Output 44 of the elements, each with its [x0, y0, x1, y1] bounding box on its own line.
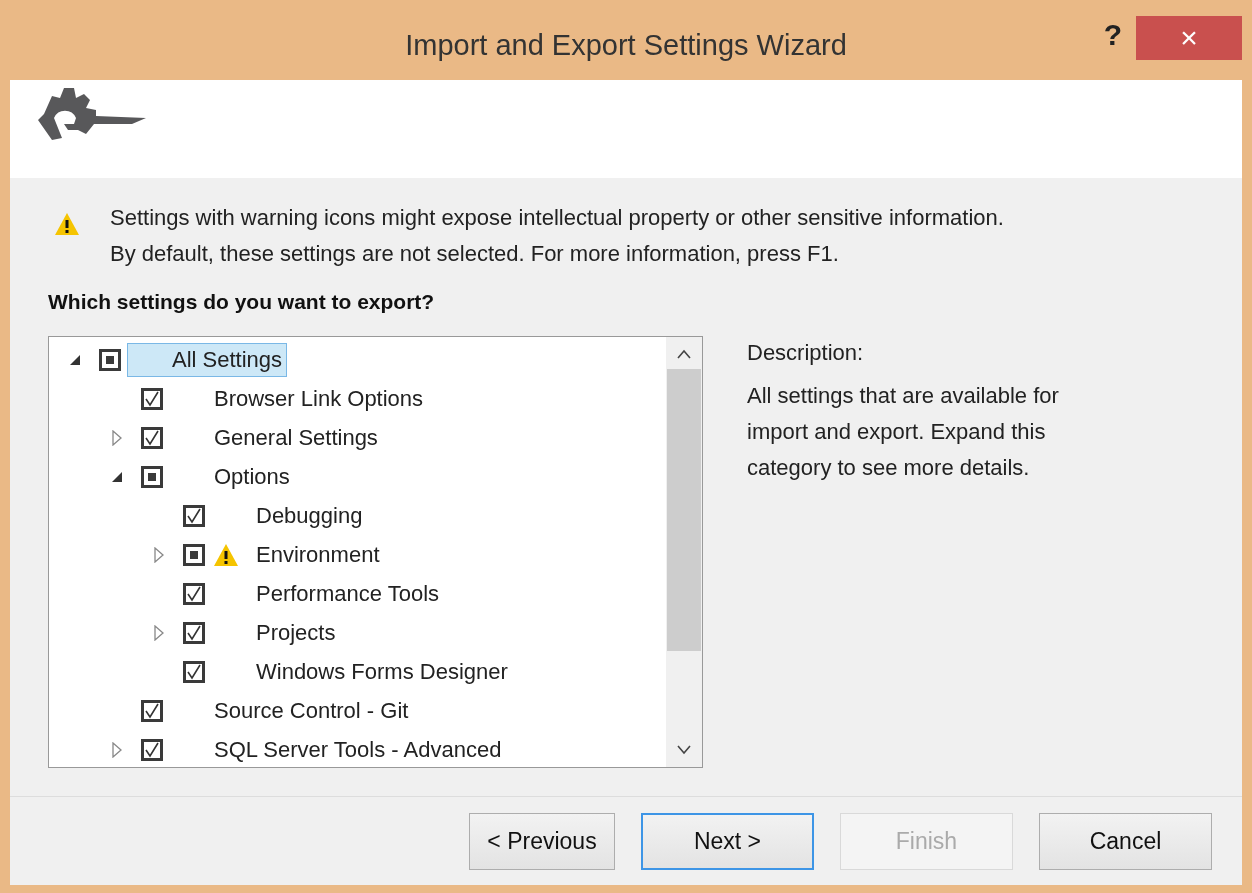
description-text: All settings that are available for import and export. Expand this category to see more details. [747, 382, 1060, 482]
tree-item[interactable]: Environment [243, 537, 385, 572]
tree-item[interactable]: Windows Forms Designer [243, 654, 513, 689]
close-button[interactable]: × [1136, 16, 1242, 60]
scrollbar-thumb[interactable] [667, 369, 701, 651]
tree-item[interactable]: Browser Link Options [201, 381, 429, 416]
checkbox[interactable] [183, 504, 205, 527]
checkbox[interactable] [141, 387, 163, 410]
scroll-down-icon[interactable] [676, 745, 692, 755]
checkbox[interactable] [141, 426, 163, 449]
description-label: Description: [747, 340, 865, 366]
wizard-button[interactable]: < Previous [469, 812, 615, 870]
tree-item[interactable]: Projects [243, 615, 341, 650]
tree-item[interactable]: All Settings [127, 342, 288, 377]
checkbox[interactable] [141, 699, 163, 722]
checkbox[interactable] [183, 582, 205, 605]
expand-arrow-icon[interactable] [111, 741, 123, 758]
tree-item[interactable]: Performance Tools [243, 576, 444, 611]
warning-text: By default, these settings are not selected. For more information, press F1. [110, 240, 840, 268]
checkbox[interactable] [99, 348, 121, 371]
expand-arrow-icon[interactable] [153, 624, 165, 641]
warning-text: Settings with warning icons might expose intellectual property or other sensitive information. [110, 204, 1004, 232]
wizard-button[interactable]: Cancel [1039, 812, 1212, 870]
scroll-up-icon[interactable] [676, 349, 692, 359]
tree-item[interactable]: Debugging [243, 498, 368, 533]
checkbox[interactable] [183, 621, 205, 644]
help-button[interactable]: ? [1097, 18, 1128, 52]
checkbox[interactable] [141, 465, 163, 488]
tree-item[interactable]: SQL Server Tools - Advanced [201, 732, 507, 767]
wizard-button[interactable]: Next > [641, 812, 814, 870]
checkbox[interactable] [141, 738, 163, 761]
tree-item[interactable]: Options [201, 459, 295, 494]
tree-item[interactable]: General Settings [201, 420, 383, 455]
tree-item[interactable]: Source Control - Git [201, 693, 414, 728]
expand-arrow-icon[interactable] [111, 429, 123, 446]
expand-arrow-icon[interactable] [153, 546, 165, 563]
export-question: Which settings do you want to export? [48, 290, 436, 314]
window-title: Import and Export Settings Wizard [405, 28, 847, 62]
scrollbar[interactable] [666, 337, 702, 767]
collapse-arrow-icon[interactable] [111, 470, 123, 483]
checkbox[interactable] [183, 660, 205, 683]
collapse-arrow-icon[interactable] [69, 353, 81, 366]
warning-icon [54, 212, 80, 236]
checkbox[interactable] [183, 543, 205, 566]
